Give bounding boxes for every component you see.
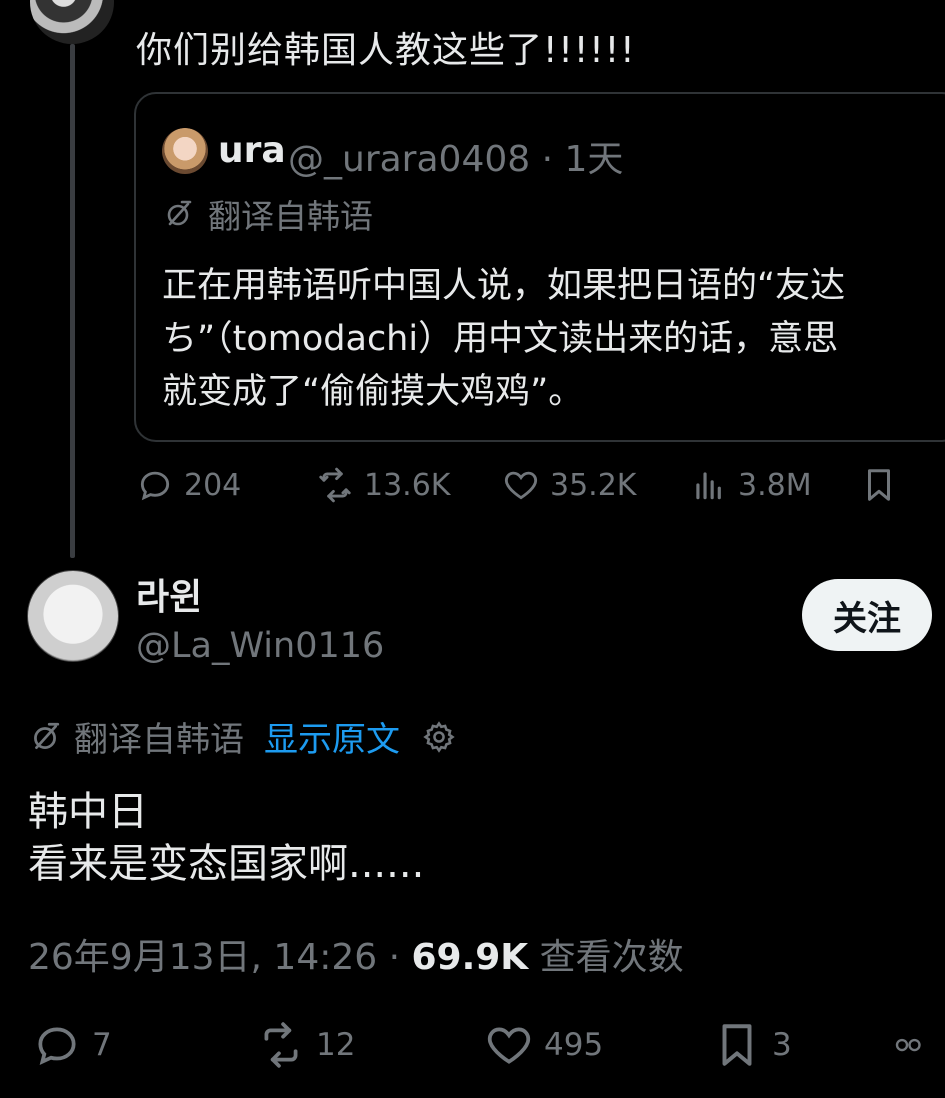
bookmark-button[interactable]: 3 — [712, 1020, 892, 1070]
author-handle[interactable]: @La_Win0116 — [136, 626, 384, 666]
tweet-timestamp[interactable]: 26年9月13日, 14:26 · — [28, 937, 411, 978]
share-icon — [895, 1038, 921, 1052]
translate-icon — [34, 722, 60, 749]
like-button[interactable]: 35.2K — [502, 466, 690, 504]
quoted-tweet-text: 正在用韩语听中国人说，如果把日语的“友达 ち”（tomodachi）用中文读出来… — [162, 260, 945, 419]
quoted-translation-label: 翻译自韩语 — [162, 190, 373, 238]
show-original-link[interactable]: 显示原文 — [264, 712, 400, 761]
author-name[interactable]: 라윈 — [136, 568, 202, 620]
quoted-line: 正在用韩语听中国人说，如果把日语的“友达 — [162, 266, 846, 306]
analytics-icon — [696, 472, 721, 500]
bookmark-icon — [867, 469, 891, 501]
tweet-actions: 7 12 495 3 — [32, 1020, 922, 1070]
author-avatar[interactable] — [27, 570, 119, 662]
bookmark-count: 3 — [772, 1027, 792, 1063]
follow-button[interactable]: 关注 — [802, 579, 932, 651]
repost-count: 12 — [316, 1027, 356, 1063]
quoted-author-handle-time: @_urara0408 · 1天 — [288, 139, 624, 180]
repost-icon — [264, 1022, 298, 1068]
reply-button[interactable]: 7 — [32, 1020, 256, 1070]
tweet-views-count: 69.9K — [411, 937, 529, 978]
top-tweet-actions: 204 13.6K 35.2K 3.8M — [136, 466, 920, 504]
repost-icon — [319, 467, 351, 503]
reply-count: 204 — [184, 467, 242, 503]
top-tweet-text: 你们别给韩国人教这些了!!!!!! — [136, 30, 636, 71]
bookmark-button[interactable] — [860, 466, 920, 504]
bookmark-icon — [722, 1024, 752, 1066]
reply-icon — [140, 471, 170, 501]
heart-icon — [487, 1027, 531, 1064]
tweet-views-label: 查看次数 — [528, 937, 684, 978]
tweet-line: 韩中日 — [28, 789, 148, 835]
share-button[interactable] — [892, 1020, 922, 1070]
tweet-meta: 26年9月13日, 14:26 · 69.9K 查看次数 — [28, 928, 684, 980]
like-count: 495 — [544, 1027, 604, 1063]
gear-icon[interactable] — [422, 720, 456, 754]
repost-button[interactable]: 13.6K — [316, 466, 502, 504]
repost-count: 13.6K — [364, 467, 451, 503]
top-author-avatar[interactable] — [30, 0, 114, 44]
quoted-translation-text: 翻译自韩语 — [208, 197, 373, 236]
reply-icon — [38, 1027, 76, 1066]
translate-icon — [167, 200, 192, 226]
quoted-author-avatar[interactable] — [162, 128, 208, 174]
quoted-line: 就变成了“偷偷摸大鸡鸡”。 — [162, 372, 584, 412]
thread-connector-line — [70, 44, 75, 558]
translation-label: 翻译自韩语 — [74, 720, 244, 760]
repost-button[interactable]: 12 — [256, 1020, 484, 1070]
views-button[interactable]: 3.8M — [690, 466, 860, 504]
quoted-author-name[interactable]: ura — [218, 130, 286, 171]
heart-icon — [504, 471, 538, 500]
like-button[interactable]: 495 — [484, 1020, 712, 1070]
translation-bar: 翻译自韩语 显示原文 — [28, 712, 456, 761]
tweet-line: 看来是变态国家啊...... — [28, 841, 425, 887]
tweet-text: 韩中日 看来是变态国家啊...... — [28, 786, 424, 890]
views-count: 3.8M — [738, 467, 812, 503]
like-count: 35.2K — [550, 467, 637, 503]
reply-button[interactable]: 204 — [136, 466, 316, 504]
reply-count: 7 — [92, 1027, 112, 1063]
quoted-line: ち”（tomodachi）用中文读出来的话，意思 — [162, 319, 839, 359]
quoted-tweet-card[interactable]: ura @_urara0408 · 1天 翻译自韩语 正在用韩语听中国人说，如果… — [134, 92, 945, 442]
